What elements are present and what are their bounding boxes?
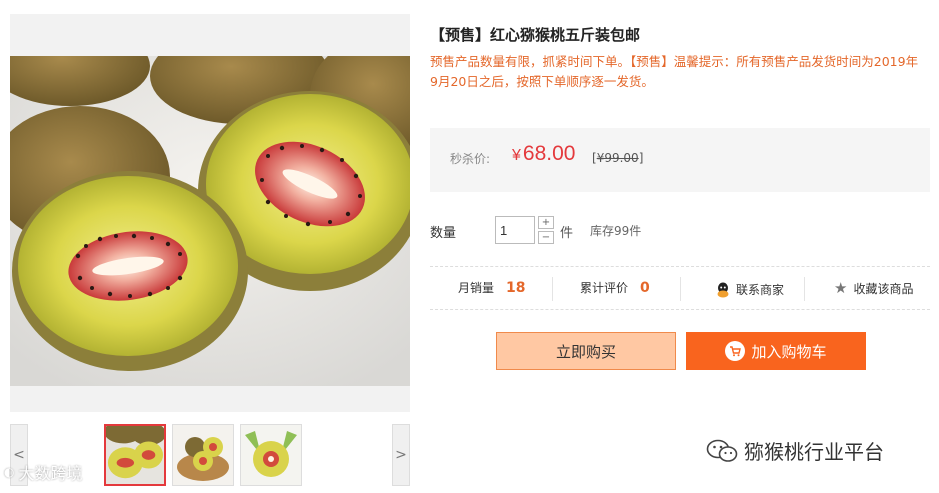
product-main-image-frame [10, 14, 410, 412]
watermark-right-text: 猕猴桃行业平台 [744, 440, 884, 464]
add-to-cart-label: 加入购物车 [751, 342, 827, 361]
qq-icon [717, 282, 729, 297]
favorite-product-label: 收藏该商品 [853, 281, 914, 296]
buy-now-label: 立即购买 [555, 342, 616, 361]
original-price-value: ¥99.00 [596, 151, 639, 165]
quantity-label: 数量 [430, 226, 457, 241]
add-to-cart-button[interactable]: 加入购物车 [686, 332, 866, 370]
kiwi-basket-thumbnail-image [173, 425, 233, 485]
total-reviews-value: 0 [640, 279, 650, 296]
price-box: 秒杀价: ¥68.00 [¥99.00] [430, 128, 930, 192]
stats-divider [804, 277, 805, 301]
current-price-value: 68.00 [522, 142, 576, 165]
thumbnail-1[interactable] [104, 424, 166, 486]
buy-now-button[interactable]: 立即购买 [496, 332, 676, 370]
quantity-increase-button[interactable]: + [538, 216, 554, 229]
cart-icon [725, 341, 746, 361]
original-price: [¥99.00] [592, 151, 644, 165]
stock-count: 库存99件 [590, 224, 642, 238]
quantity-input[interactable] [495, 216, 535, 244]
kiwi-thumbnail-image [106, 426, 164, 484]
quantity-decrease-button[interactable]: − [538, 231, 554, 244]
currency-symbol: ¥ [512, 147, 521, 164]
monthly-sales-value: 18 [506, 279, 526, 296]
thumbnail-3[interactable] [240, 424, 302, 486]
stats-row: 月销量 18 累计评价 0 联系商家 ★ 收藏该商品 [430, 266, 930, 310]
chevron-right-icon: > [395, 447, 407, 463]
presale-notice: 预售产品数量有限，抓紧时间下单。【预售】温馨提示：所有预售产品发货时间为2019… [430, 54, 919, 89]
star-icon: ★ [834, 279, 848, 297]
quantity-unit: 件 [560, 226, 574, 241]
monthly-sales: 月销量 18 [458, 279, 526, 296]
stats-divider [680, 277, 681, 301]
thumbnail-next-button[interactable]: > [392, 424, 410, 486]
watermark-right: 猕猴桃行业平台 [706, 436, 884, 465]
weibo-icon: ◐ [4, 465, 15, 479]
price-label: 秒杀价: [450, 152, 491, 166]
contact-seller-label: 联系商家 [736, 283, 785, 297]
watermark-left-text: 大数跨境 [18, 464, 83, 483]
thumbnail-2[interactable] [172, 424, 234, 486]
contact-seller-link[interactable]: 联系商家 [716, 281, 784, 298]
wechat-icon [706, 439, 738, 462]
total-reviews-label: 累计评价 [580, 281, 629, 295]
product-title: 【预售】红心猕猴桃五斤装包邮 [430, 26, 641, 44]
kiwi-product-image [10, 56, 410, 386]
monthly-sales-label: 月销量 [458, 281, 495, 295]
favorite-product-link[interactable]: ★ 收藏该商品 [834, 279, 913, 297]
stats-divider [552, 277, 553, 301]
watermark-left: ◐ 大数跨境 [4, 460, 83, 484]
kiwi-slice-thumbnail-image [241, 425, 301, 485]
current-price: ¥68.00 [512, 142, 575, 166]
total-reviews: 累计评价 0 [580, 279, 650, 296]
